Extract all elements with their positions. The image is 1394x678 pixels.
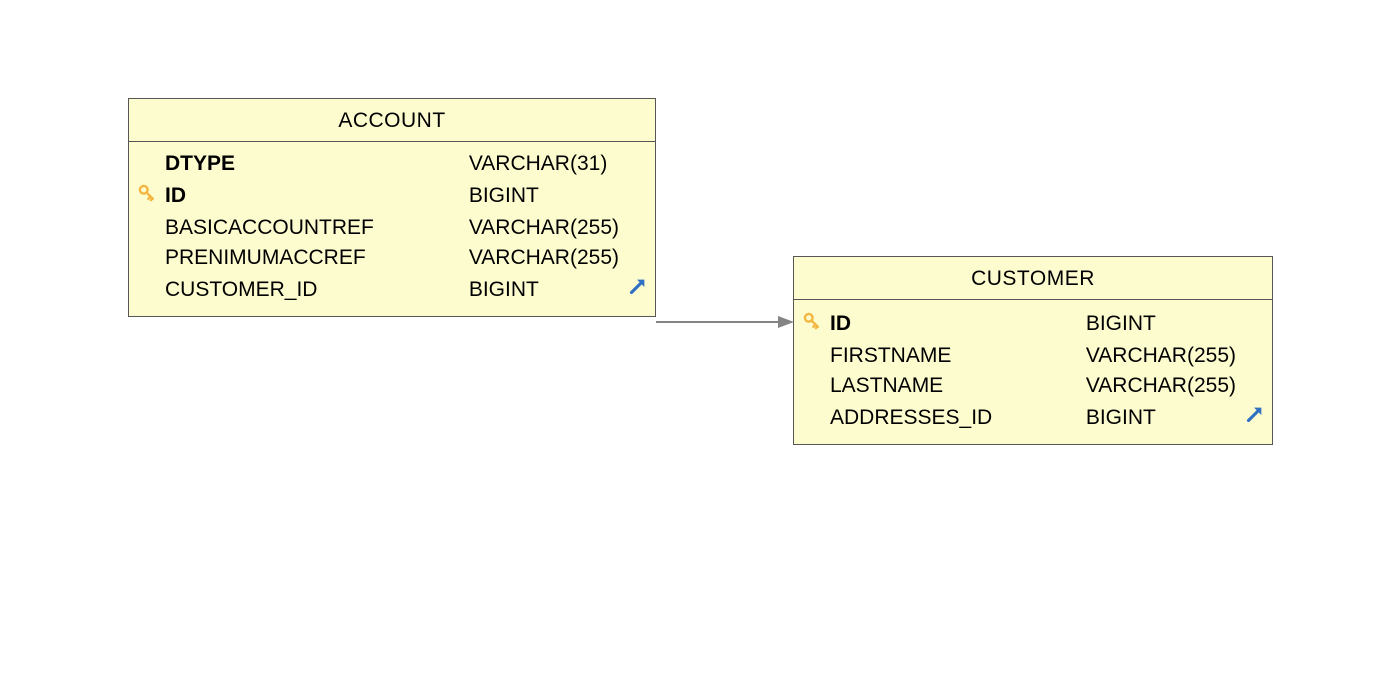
entity-customer-title: CUSTOMER bbox=[794, 257, 1272, 300]
column-name: FIRSTNAME bbox=[830, 344, 1082, 368]
entity-customer: CUSTOMER ID BIGINT FIRSTNAME VARCHAR(255… bbox=[793, 256, 1273, 445]
pk-slot bbox=[794, 310, 830, 338]
column-type: VARCHAR(255) bbox=[465, 246, 619, 270]
column-type: VARCHAR(255) bbox=[1082, 374, 1236, 398]
column-type: BIGINT bbox=[1082, 312, 1236, 336]
fk-arrow-icon bbox=[1243, 404, 1265, 426]
key-icon bbox=[136, 182, 158, 204]
column-type: BIGINT bbox=[465, 278, 619, 302]
column-name: ID bbox=[165, 184, 465, 208]
entity-customer-columns: ID BIGINT FIRSTNAME VARCHAR(255) LASTNAM… bbox=[794, 300, 1272, 444]
pk-slot bbox=[129, 182, 165, 210]
column-name: PRENIMUMACCREF bbox=[165, 246, 465, 270]
column-type: VARCHAR(255) bbox=[465, 216, 619, 240]
column-type: BIGINT bbox=[1082, 406, 1236, 430]
column-name: ADDRESSES_ID bbox=[830, 406, 1082, 430]
column-name: CUSTOMER_ID bbox=[165, 278, 465, 302]
column-name: DTYPE bbox=[165, 152, 465, 176]
column-type: BIGINT bbox=[465, 184, 619, 208]
key-icon bbox=[801, 310, 823, 332]
column-type: VARCHAR(255) bbox=[1082, 344, 1236, 368]
column-type: VARCHAR(31) bbox=[465, 152, 619, 176]
column-name: BASICACCOUNTREF bbox=[165, 216, 465, 240]
entity-account-columns: DTYPE VARCHAR(31) ID BIGINT BASICACCOUNT… bbox=[129, 142, 655, 316]
column-name: LASTNAME bbox=[830, 374, 1082, 398]
entity-account-title: ACCOUNT bbox=[129, 99, 655, 142]
relationship-arrow bbox=[656, 312, 794, 332]
entity-account: ACCOUNT DTYPE VARCHAR(31) ID BIGINT BASI… bbox=[128, 98, 656, 317]
column-name: ID bbox=[830, 312, 1082, 336]
fk-slot bbox=[619, 276, 655, 304]
fk-slot bbox=[1236, 404, 1272, 432]
fk-arrow-icon bbox=[626, 276, 648, 298]
